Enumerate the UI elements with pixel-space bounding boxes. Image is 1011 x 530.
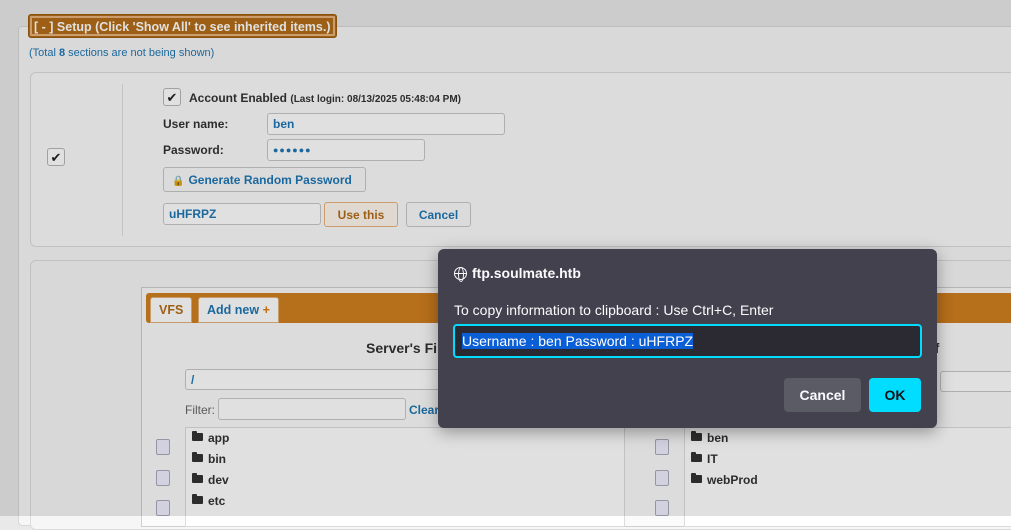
dialog-text-input[interactable]: Username : ben Password : uHFRPZ	[453, 324, 922, 358]
clipboard-prompt-dialog: ftp.soulmate.htb To copy information to …	[438, 249, 937, 428]
globe-icon	[454, 267, 467, 282]
dialog-ok-button[interactable]: OK	[869, 378, 921, 412]
selected-text: Username : ben Password : uHFRPZ	[462, 333, 694, 349]
dialog-title: ftp.soulmate.htb	[454, 265, 581, 282]
dialog-message: To copy information to clipboard : Use C…	[454, 302, 774, 318]
dialog-cancel-button[interactable]: Cancel	[784, 378, 861, 412]
